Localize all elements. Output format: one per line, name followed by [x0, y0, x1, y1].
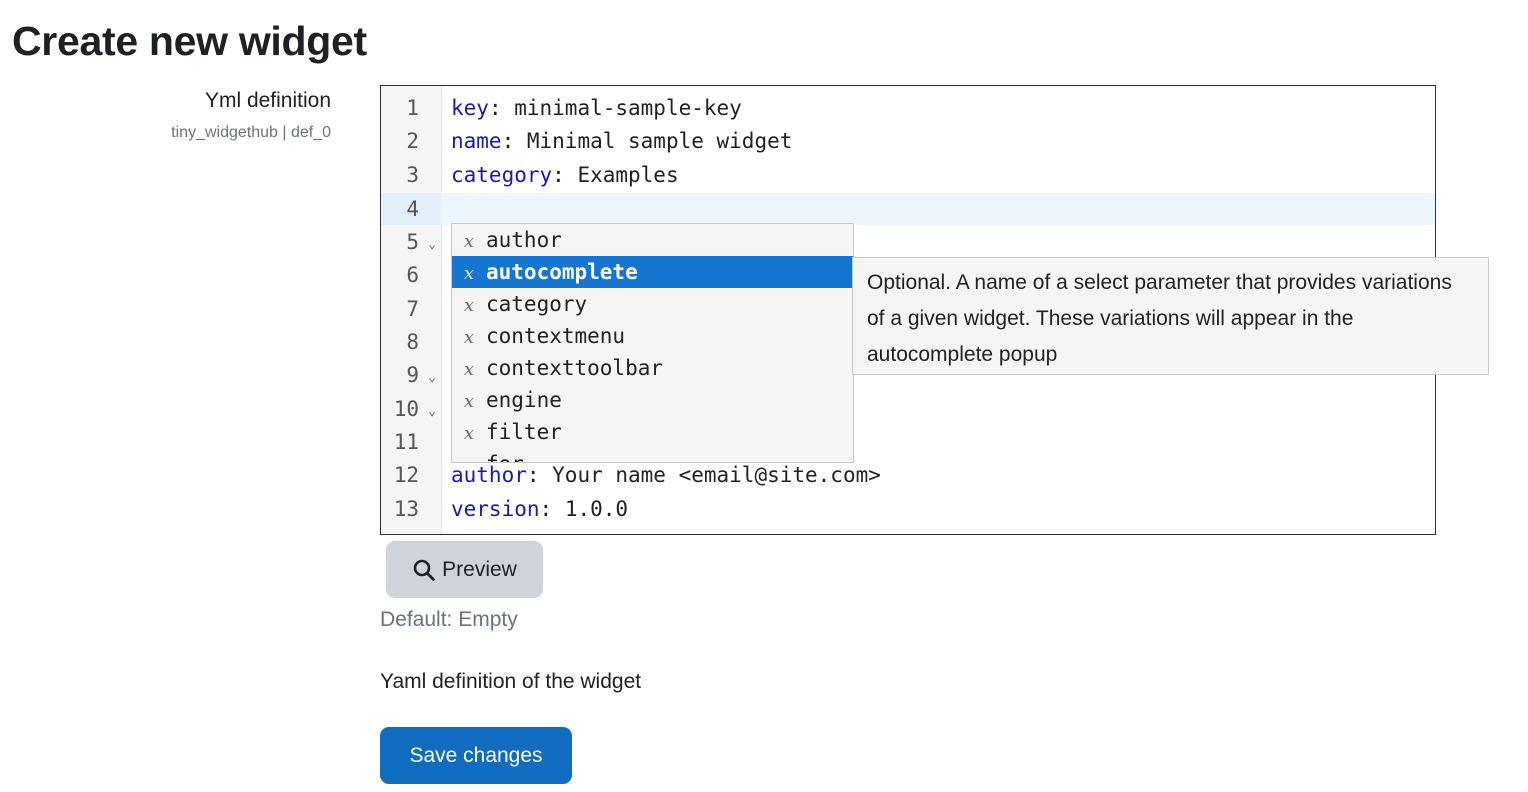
yaml-key: name — [451, 129, 502, 153]
autocomplete-item-label: contextmenu — [486, 324, 626, 348]
line-number: 6 — [406, 263, 419, 287]
yaml-value: Your name <email@site.com> — [552, 463, 881, 487]
property-icon: x — [452, 450, 486, 462]
line-number: 2 — [406, 129, 419, 153]
line-number: 5 — [406, 230, 419, 254]
autocomplete-item-label: autocomplete — [486, 260, 638, 284]
line-number: 1 — [406, 96, 419, 120]
autocomplete-item-label: contexttoolbar — [486, 356, 664, 380]
yaml-value: 1.0.0 — [564, 497, 629, 521]
fold-chevron-icon[interactable]: ⌄ — [425, 393, 439, 426]
yaml-separator: : — [526, 463, 553, 487]
yaml-separator: : — [539, 497, 565, 521]
property-icon: x — [463, 391, 475, 412]
autocomplete-item-label: author — [486, 228, 562, 252]
yaml-code-editor[interactable]: 1 2 3 4 5 ⌄ 6 7 8 9 ⌄ 10 ⌄ 11 12 13 key:… — [380, 85, 1489, 535]
property-icon: x — [463, 423, 475, 444]
fold-chevron-icon[interactable]: ⌄ — [425, 226, 439, 259]
yaml-value: Examples — [577, 163, 679, 187]
autocomplete-item[interactable]: x category — [452, 288, 853, 320]
line-number: 4 — [406, 197, 419, 221]
line-number: 12 — [393, 463, 419, 487]
yaml-key: key — [451, 96, 489, 120]
setting-key: tiny_widgethub | def_0 — [171, 124, 331, 141]
code-line[interactable]: key: minimal-sample-key — [451, 92, 742, 125]
fold-chevron-icon[interactable]: ⌄ — [425, 359, 439, 392]
preview-button-label: Preview — [442, 557, 517, 581]
property-icon: x — [463, 327, 475, 348]
default-value-text: Default: Empty — [380, 608, 518, 631]
autocomplete-item[interactable]: x author — [452, 224, 853, 256]
line-number: 10 — [393, 397, 419, 421]
property-icon: x — [463, 263, 475, 284]
setting-label: Yml definition — [204, 89, 331, 112]
line-number: 3 — [406, 163, 419, 187]
autocomplete-item[interactable]: x contexttoolbar — [452, 352, 853, 384]
code-line[interactable]: category: Examples — [451, 159, 679, 192]
save-changes-button[interactable]: Save changes — [380, 727, 572, 784]
yaml-value: Minimal sample widget — [526, 129, 793, 153]
yaml-key: author — [451, 463, 527, 487]
autocomplete-item[interactable]: x filter — [452, 416, 853, 448]
yaml-value: minimal-sample-key — [514, 96, 742, 120]
preview-button[interactable]: Preview — [386, 541, 543, 598]
line-number: 9 — [406, 363, 419, 387]
autocomplete-list[interactable]: x author x autocomplete x category x context… — [451, 223, 854, 463]
code-line[interactable]: name: Minimal sample widget — [451, 125, 792, 158]
property-icon: x — [463, 231, 475, 252]
yaml-separator: : — [552, 163, 578, 187]
autocomplete-item-label: category — [486, 292, 588, 316]
yaml-separator: : — [501, 129, 527, 153]
yaml-key: category — [451, 163, 553, 187]
page-title: Create new widget — [12, 18, 367, 64]
line-number: 8 — [406, 330, 419, 354]
autocomplete-item-label: for — [486, 452, 524, 462]
line-number: 11 — [393, 430, 419, 454]
autocomplete-item-label: filter — [486, 420, 562, 444]
code-line[interactable]: author: Your name <email@site.com> — [451, 459, 881, 492]
autocomplete-item[interactable]: xfor — [452, 448, 853, 462]
property-icon: x — [463, 295, 475, 316]
autocomplete-item[interactable]: x contextmenu — [452, 320, 853, 352]
line-number: 7 — [406, 297, 419, 321]
autocomplete-info-tooltip: Optional. A name of a select parameter t… — [852, 257, 1489, 375]
active-line-highlight — [381, 193, 1435, 225]
setting-description: Yaml definition of the widget — [380, 670, 642, 693]
line-number: 13 — [393, 497, 419, 521]
autocomplete-item-label: engine — [486, 388, 562, 412]
yaml-separator: : — [488, 96, 515, 120]
property-icon: x — [463, 359, 475, 380]
search-icon — [413, 559, 436, 581]
code-line[interactable]: version: 1.0.0 — [451, 493, 628, 526]
autocomplete-item-selected[interactable]: x autocomplete — [452, 256, 853, 288]
autocomplete-item[interactable]: x engine — [452, 384, 853, 416]
yaml-key: version — [451, 497, 540, 521]
